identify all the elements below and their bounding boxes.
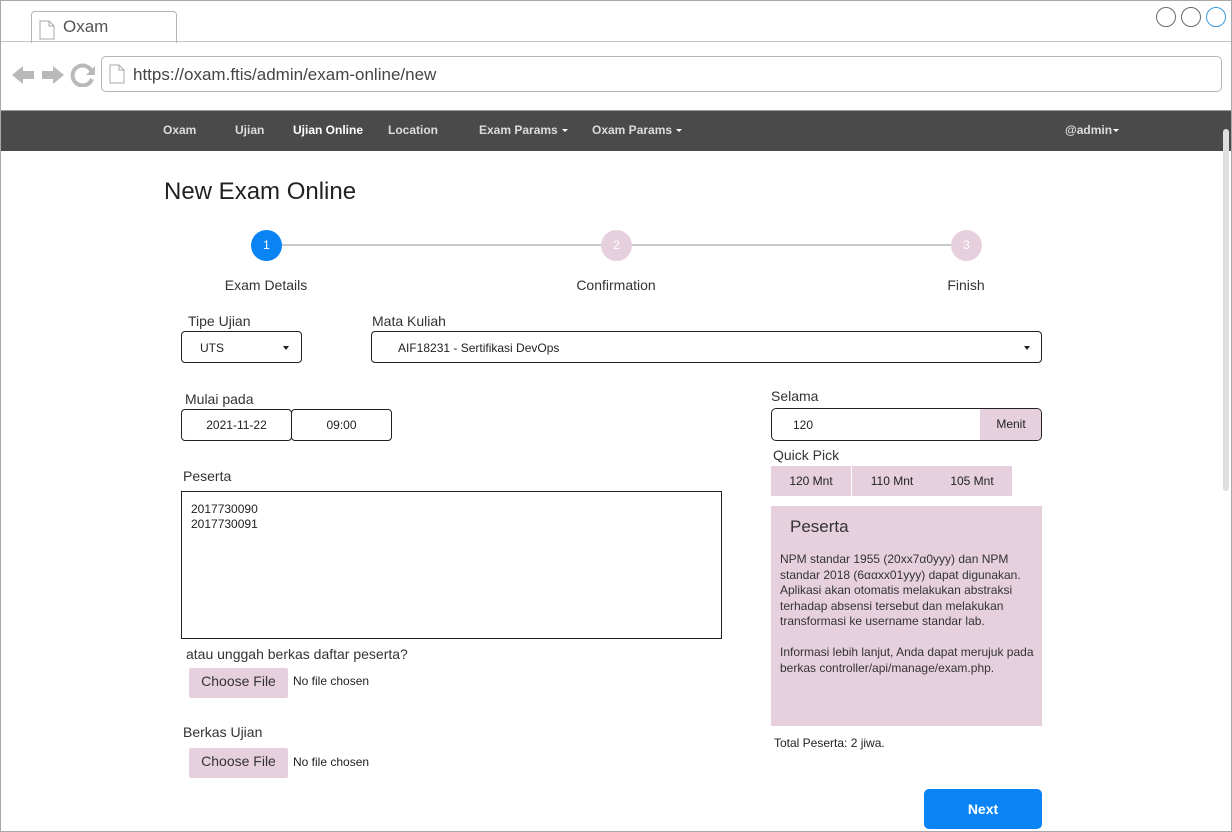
tab-title: Oxam <box>63 17 109 36</box>
step-1-circle: 1 <box>251 230 282 261</box>
peserta-label: Peserta <box>183 468 232 484</box>
browser-tab[interactable]: Oxam <box>31 11 177 43</box>
top-navbar: Oxam Ujian Ujian Online Location Exam Pa… <box>1 111 1231 151</box>
info-panel-title: Peserta <box>790 517 849 536</box>
dropdown-caret-icon <box>561 129 568 133</box>
tipe-ujian-value: UTS <box>200 341 224 355</box>
step-2-circle: 2 <box>601 230 632 261</box>
nav-item-location[interactable]: Location <box>388 123 438 137</box>
mata-kuliah-value: AIF18231 - Sertifikasi DevOps <box>398 341 560 355</box>
back-arrow-icon[interactable] <box>12 66 34 84</box>
page-title: New Exam Online <box>164 178 357 205</box>
info-paragraph: NPM standar 1955 (20xx7α0yyy) dan NPM st… <box>780 552 1021 628</box>
nav-item-ujian[interactable]: Ujian <box>235 123 264 137</box>
nav-item-oxam[interactable]: Oxam <box>163 123 196 137</box>
quick-pick-110[interactable]: 110 Mnt <box>852 466 932 496</box>
tipe-ujian-select[interactable]: UTS <box>181 331 302 363</box>
minimize-button[interactable] <box>1156 7 1176 27</box>
nav-item-label: Oxam Params <box>592 123 673 137</box>
dropdown-caret-icon <box>676 129 683 133</box>
stepper-connector <box>281 244 603 246</box>
user-menu[interactable]: @admin <box>1065 123 1120 137</box>
reload-icon[interactable] <box>70 63 95 87</box>
chevron-down-icon <box>283 346 289 350</box>
info-panel-body: NPM standar 1955 (20xx7α0yyy) dan NPM st… <box>780 552 1035 676</box>
chevron-down-icon <box>1024 346 1030 350</box>
next-button[interactable]: Next <box>924 789 1042 829</box>
step-1-label: Exam Details <box>224 277 308 293</box>
browser-nav-controls <box>12 63 95 87</box>
page-icon <box>109 64 125 84</box>
nav-item-exam-params[interactable]: Exam Params <box>479 123 568 137</box>
nav-item-label: Exam Params <box>479 123 558 137</box>
stepper-connector <box>631 244 953 246</box>
step-3-circle: 3 <box>951 230 982 261</box>
address-bar[interactable]: https://oxam.ftis/admin/exam-online/new <box>101 56 1222 92</box>
quick-pick-label: Quick Pick <box>773 447 840 463</box>
nav-item-oxam-params[interactable]: Oxam Params <box>592 123 683 137</box>
mata-kuliah-select[interactable]: AIF18231 - Sertifikasi DevOps <box>371 331 1042 363</box>
close-button[interactable] <box>1206 7 1226 27</box>
info-paragraph: Informasi lebih lanjut, Anda dapat meruj… <box>780 645 1034 675</box>
upload-prompt: atau unggah berkas daftar peserta? <box>186 646 408 662</box>
tipe-ujian-label: Tipe Ujian <box>188 313 251 329</box>
berkas-file-status: No file chosen <box>293 755 370 769</box>
peserta-choose-file-button[interactable]: Choose File <box>189 668 288 698</box>
duration-unit: Menit <box>980 409 1041 440</box>
username: @admin <box>1065 123 1113 137</box>
quick-pick-105[interactable]: 105 Mnt <box>932 466 1012 496</box>
duration-value[interactable]: 120 <box>793 418 813 432</box>
restore-button[interactable] <box>1181 7 1201 27</box>
berkas-ujian-label: Berkas Ujian <box>183 724 263 740</box>
document-icon <box>39 20 55 40</box>
duration-input-group[interactable]: 120 Menit <box>771 408 1042 441</box>
url-text: https://oxam.ftis/admin/exam-online/new <box>133 65 437 84</box>
dropdown-caret-icon <box>1113 129 1120 133</box>
selama-label: Selama <box>771 388 819 404</box>
mulai-pada-label: Mulai pada <box>185 391 254 407</box>
browser-window: Oxam https://oxam.ftis/admin/exam-online… <box>0 0 1232 832</box>
peserta-file-status: No file chosen <box>293 674 370 688</box>
nav-item-ujian-online[interactable]: Ujian Online <box>293 123 363 137</box>
step-3-label: Finish <box>947 277 985 293</box>
peserta-info-panel: Peserta NPM standar 1955 (20xx7α0yyy) da… <box>771 506 1042 726</box>
start-date-input[interactable]: 2021-11-22 <box>181 409 292 441</box>
page-scrollbar[interactable] <box>1223 129 1229 491</box>
forward-arrow-icon[interactable] <box>42 66 64 84</box>
peserta-line: 2017730090 <box>191 502 258 516</box>
tab-divider <box>1 41 1231 42</box>
peserta-line: 2017730091 <box>191 517 258 531</box>
peserta-textarea[interactable]: 2017730090 2017730091 <box>181 491 722 639</box>
quick-pick-120[interactable]: 120 Mnt <box>771 466 851 496</box>
berkas-choose-file-button[interactable]: Choose File <box>189 748 288 778</box>
step-2-label: Confirmation <box>576 277 656 293</box>
start-time-input[interactable]: 09:00 <box>291 409 392 441</box>
mata-kuliah-label: Mata Kuliah <box>372 313 446 329</box>
total-peserta: Total Peserta: 2 jiwa. <box>774 736 885 750</box>
